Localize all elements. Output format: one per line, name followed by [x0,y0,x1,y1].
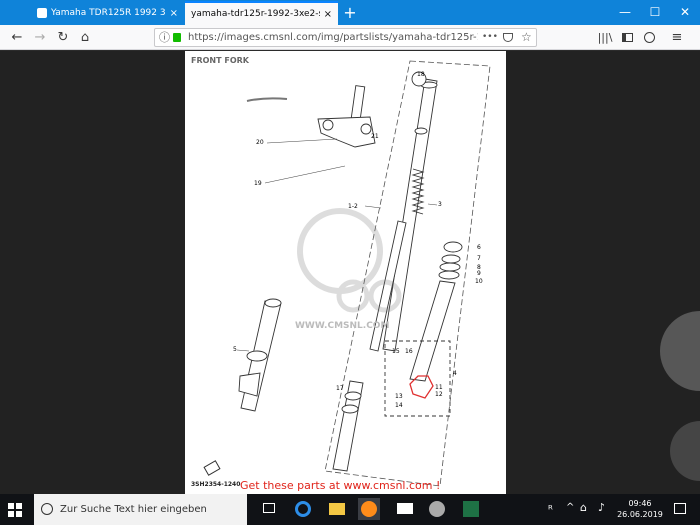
maximize-button[interactable]: ☐ [640,2,670,22]
callout-6: 6 [477,244,481,251]
callout-16: 16 [405,348,413,355]
app-icon[interactable] [426,498,448,520]
volume-icon[interactable]: ♪ [598,501,605,514]
callout-15: 15 [392,348,400,355]
file-explorer-icon[interactable] [326,498,348,520]
clock-date: 26.06.2019 [617,510,663,519]
account-icon[interactable] [640,29,658,47]
library-icon[interactable]: |||\ [596,29,614,47]
callout-11: 11 [435,384,443,391]
system-clock[interactable]: 09:46 26.06.2019 [616,498,664,520]
windows-logo-icon [8,503,22,517]
callout-14: 14 [395,402,403,409]
firefox-icon[interactable] [358,498,380,520]
callout-7: 7 [477,255,481,262]
pocket-icon[interactable] [503,33,513,42]
clock-time: 09:46 [628,499,652,508]
callout-3: 3 [438,201,442,208]
back-button[interactable]: ← [8,29,26,47]
promo-text[interactable]: Get these parts at www.cmsnl.com ! [240,479,440,492]
excel-icon[interactable] [460,498,482,520]
edge-browser-icon[interactable] [292,498,314,520]
callout-5: 5 [233,346,237,353]
callout-9: 9 [477,270,481,277]
tab-label: yamaha-tdr125r-1992-3xe2-switzerl [191,9,320,19]
sidebar-icon[interactable] [618,29,636,47]
bookmark-star-icon[interactable]: ☆ [521,29,532,46]
tab-close-icon[interactable]: × [170,8,178,19]
callout-1-2: 1-2 [348,203,358,210]
favicon-icon [37,8,47,18]
callout-12: 12 [435,391,443,398]
tab-image[interactable]: yamaha-tdr125r-1992-3xe2-switzerl × [185,1,338,25]
address-bar[interactable]: ⓘ https://images.cmsnl.com/img/partslist… [154,28,537,47]
diagram-code: 3SH2354-1240 [191,481,241,488]
new-tab-button[interactable]: + [342,3,358,22]
taskbar-search-box[interactable]: Zur Suche Text hier eingeben [34,494,247,525]
page-actions-icon[interactable]: ••• [482,29,498,46]
callout-21: 21 [371,133,379,140]
show-hidden-icons-icon[interactable]: ^ [566,502,574,513]
tab-bar: Yamaha TDR125R 1992 3XE2 SW × yamaha-tdr… [0,0,700,25]
parts-diagram-image[interactable]: FRONT FORK 18 21 20 19 1-2 3 6 7 8 9 10 … [185,51,506,494]
start-button[interactable] [8,502,22,517]
callout-19: 19 [254,180,262,187]
search-placeholder: Zur Suche Text hier eingeben [60,504,207,515]
callout-13: 13 [395,393,403,400]
mail-icon[interactable] [394,498,416,520]
close-window-button[interactable]: ✕ [670,2,700,22]
tab-close-icon[interactable]: × [324,9,332,20]
taskbar: Zur Suche Text hier eingeben ᴿ ^ ⌂ ♪ 09:… [0,494,700,525]
menu-icon[interactable]: ≡ [668,29,686,47]
watermark-text: WWW.CMSNL.COM [295,321,390,331]
callout-17: 17 [336,385,344,392]
fork-drawing [236,60,491,487]
minimize-button[interactable]: — [610,2,640,22]
callout-10: 10 [475,278,483,285]
people-icon[interactable]: ᴿ [548,503,553,516]
callout-20: 20 [256,139,264,146]
callout-4: 4 [453,370,457,377]
tab-yamaha-page[interactable]: Yamaha TDR125R 1992 3XE2 SW × [31,1,184,25]
notifications-icon[interactable] [674,503,686,514]
network-icon[interactable]: ⌂ [580,501,587,514]
tab-label: Yamaha TDR125R 1992 3XE2 SW [51,8,166,18]
lock-icon [173,33,181,42]
search-icon [41,503,53,515]
info-icon[interactable]: ⓘ [159,29,170,46]
reload-button[interactable]: ↻ [54,29,72,47]
nav-bar: ← → ↻ ⌂ ⓘ https://images.cmsnl.com/img/p… [0,25,700,50]
forward-button[interactable]: → [31,29,49,47]
url-text: https://images.cmsnl.com/img/partslists/… [188,32,478,43]
home-button[interactable]: ⌂ [76,29,94,47]
callout-18: 18 [417,71,425,78]
task-view-icon[interactable] [258,498,280,520]
